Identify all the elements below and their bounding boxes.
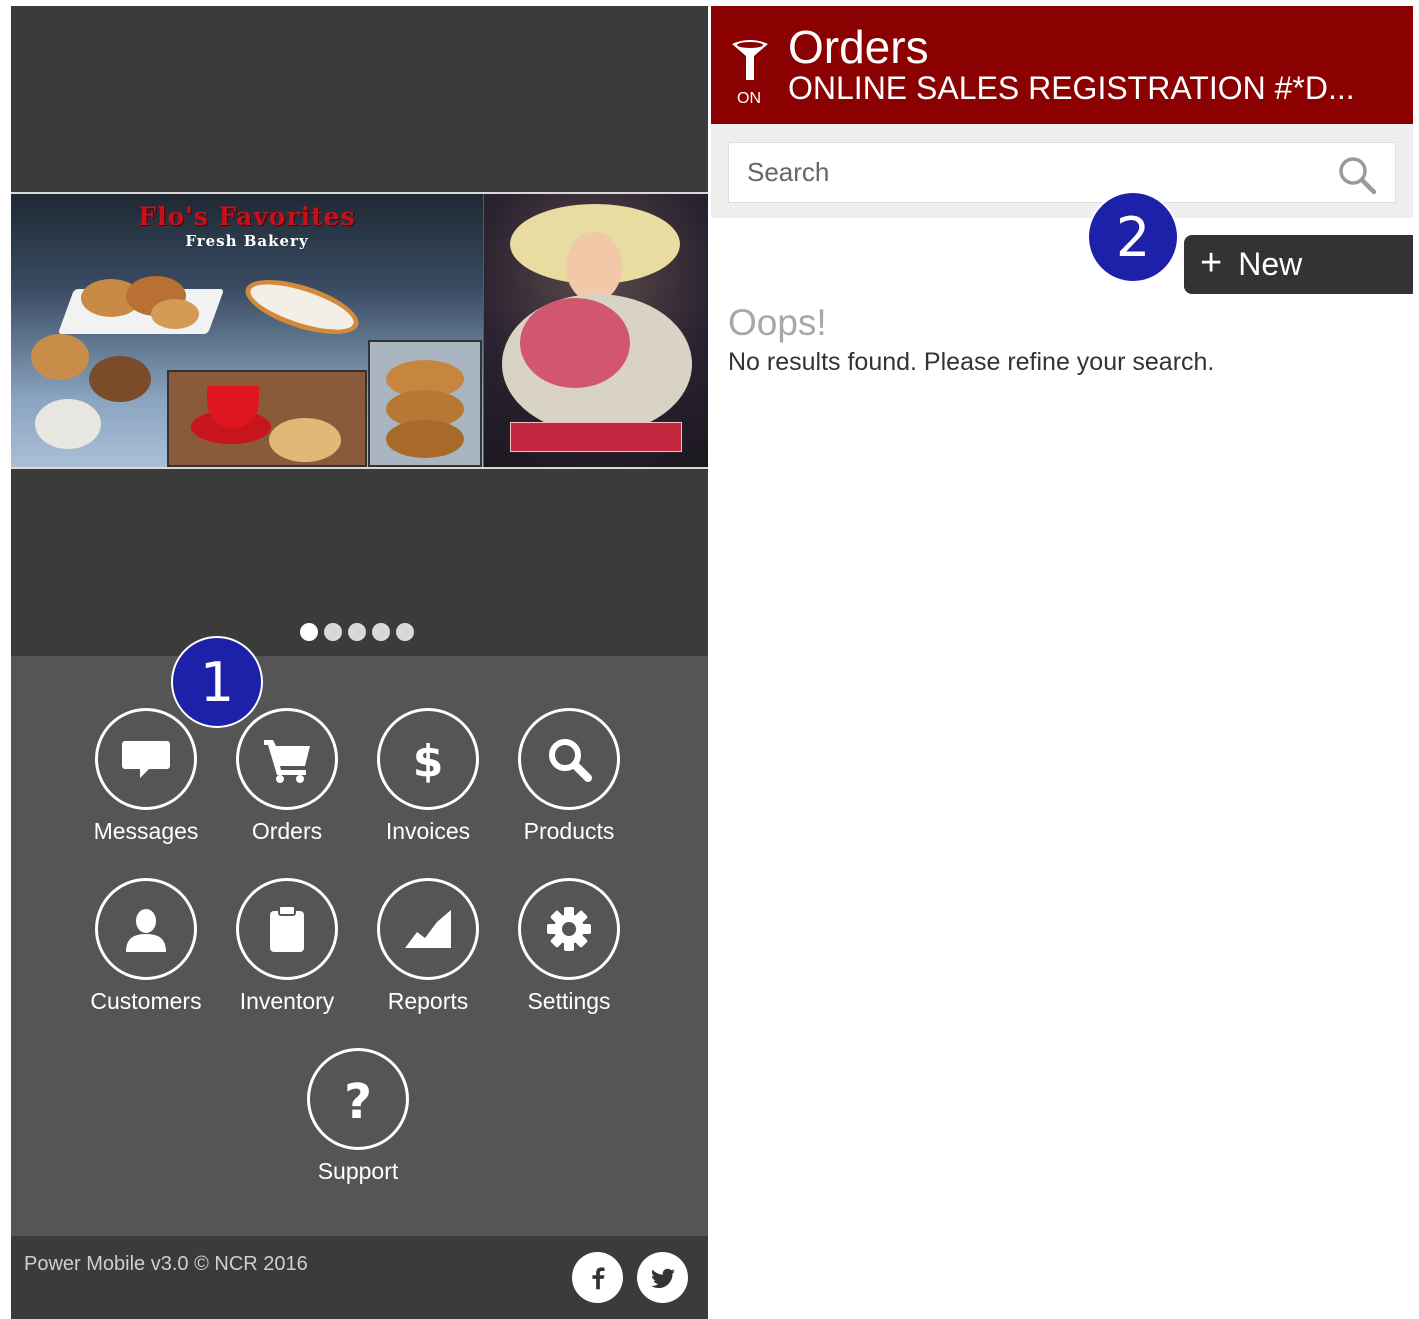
bakery-promo-title: Flo's Favorites	[138, 202, 356, 231]
menu-tile-reports[interactable]: Reports	[358, 878, 498, 1015]
menu-tile-inventory[interactable]: Inventory	[217, 878, 357, 1015]
facebook-icon[interactable]	[572, 1252, 623, 1303]
menu-label-reports: Reports	[387, 988, 469, 1014]
person-icon	[95, 878, 197, 980]
carousel-dot[interactable]	[348, 623, 366, 641]
svg-text:$: $	[413, 736, 444, 784]
poster-face-graphic	[566, 232, 622, 302]
poster-label-graphic	[510, 422, 682, 452]
orders-header: ON Orders ONLINE SALES REGISTRATION #*D.…	[711, 6, 1413, 124]
search-icon[interactable]	[1337, 155, 1377, 195]
message-icon	[95, 708, 197, 810]
bakery-promo-image: Flo's Favorites Fresh Bakery	[11, 194, 483, 467]
menu-tile-messages[interactable]: Messages	[76, 708, 216, 845]
muffin-graphic	[89, 356, 151, 402]
svg-text:?: ?	[344, 1074, 372, 1124]
menu-label-invoices: Invoices	[385, 818, 471, 844]
gear-icon	[518, 878, 620, 980]
carousel-dot[interactable]	[372, 623, 390, 641]
page-subtitle: ONLINE SALES REGISTRATION #*D...	[788, 70, 1355, 106]
orders-screen: ON Orders ONLINE SALES REGISTRATION #*D.…	[711, 6, 1413, 1319]
empty-state-title: Oops!	[728, 302, 827, 343]
menu-label-messages: Messages	[93, 818, 199, 844]
menu-tile-support[interactable]: ? Support	[288, 1048, 428, 1185]
new-order-button[interactable]: + New	[1184, 235, 1413, 294]
search-bar	[711, 124, 1413, 218]
menu-tile-settings[interactable]: Settings	[499, 878, 639, 1015]
poster-flowers-graphic	[520, 298, 630, 388]
donut-stack-photo	[368, 340, 482, 467]
step-badge-1: 1	[171, 636, 263, 728]
twitter-icon[interactable]	[637, 1252, 688, 1303]
main-menu: Messages Orders $ Invoices Products Cust	[11, 656, 708, 1236]
coffee-photo	[167, 370, 367, 467]
search-box	[728, 142, 1396, 203]
empty-state-message: No results found. Please refine your sea…	[728, 348, 1215, 376]
carousel-dot[interactable]	[396, 623, 414, 641]
menu-tile-invoices[interactable]: $ Invoices	[358, 708, 498, 845]
home-screen: Flo's Favorites Fresh Bakery Messages Or…	[11, 6, 708, 1319]
carousel-pagination[interactable]	[300, 623, 414, 641]
app-footer: Power Mobile v3.0 © NCR 2016	[11, 1236, 708, 1319]
menu-tile-customers[interactable]: Customers	[76, 878, 216, 1015]
step-badge-2: 2	[1087, 191, 1179, 283]
donut-graphic	[269, 418, 341, 462]
menu-label-customers: Customers	[90, 988, 202, 1014]
menu-label-settings: Settings	[527, 988, 611, 1014]
search-input[interactable]	[729, 143, 1329, 202]
menu-tile-products[interactable]: Products	[499, 708, 639, 845]
clipboard-icon	[236, 878, 338, 980]
carousel-dot[interactable]	[300, 623, 318, 641]
vintage-poster-image	[484, 194, 708, 467]
plus-icon: +	[1200, 241, 1223, 284]
version-copyright: Power Mobile v3.0 © NCR 2016	[24, 1253, 308, 1275]
dollar-icon: $	[377, 708, 479, 810]
roll-graphic	[35, 399, 101, 449]
search-icon	[518, 708, 620, 810]
donut-graphic	[386, 420, 464, 458]
chart-icon	[377, 878, 479, 980]
carousel-dot[interactable]	[324, 623, 342, 641]
filter-state-label: ON	[737, 90, 761, 107]
bakery-promo-subtitle: Fresh Bakery	[185, 232, 309, 250]
menu-label-inventory: Inventory	[239, 988, 335, 1014]
promo-carousel[interactable]: Flo's Favorites Fresh Bakery	[11, 192, 708, 469]
menu-label-support: Support	[317, 1158, 399, 1184]
page-title: Orders	[788, 21, 929, 73]
muffin-graphic	[31, 334, 89, 380]
question-icon: ?	[307, 1048, 409, 1150]
filter-icon[interactable]	[730, 38, 770, 82]
menu-label-products: Products	[523, 818, 615, 844]
menu-tile-orders[interactable]: Orders	[217, 708, 357, 845]
new-button-label: New	[1238, 246, 1303, 282]
menu-label-orders: Orders	[251, 818, 323, 844]
cart-icon	[236, 708, 338, 810]
eclair-graphic	[239, 268, 365, 346]
pastry-graphic	[151, 299, 199, 329]
